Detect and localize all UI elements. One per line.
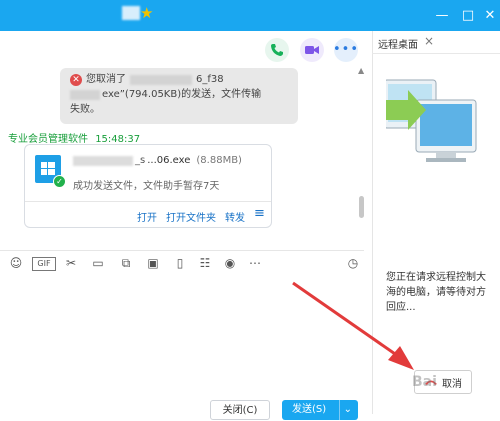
annotation-arrow (292, 281, 414, 370)
